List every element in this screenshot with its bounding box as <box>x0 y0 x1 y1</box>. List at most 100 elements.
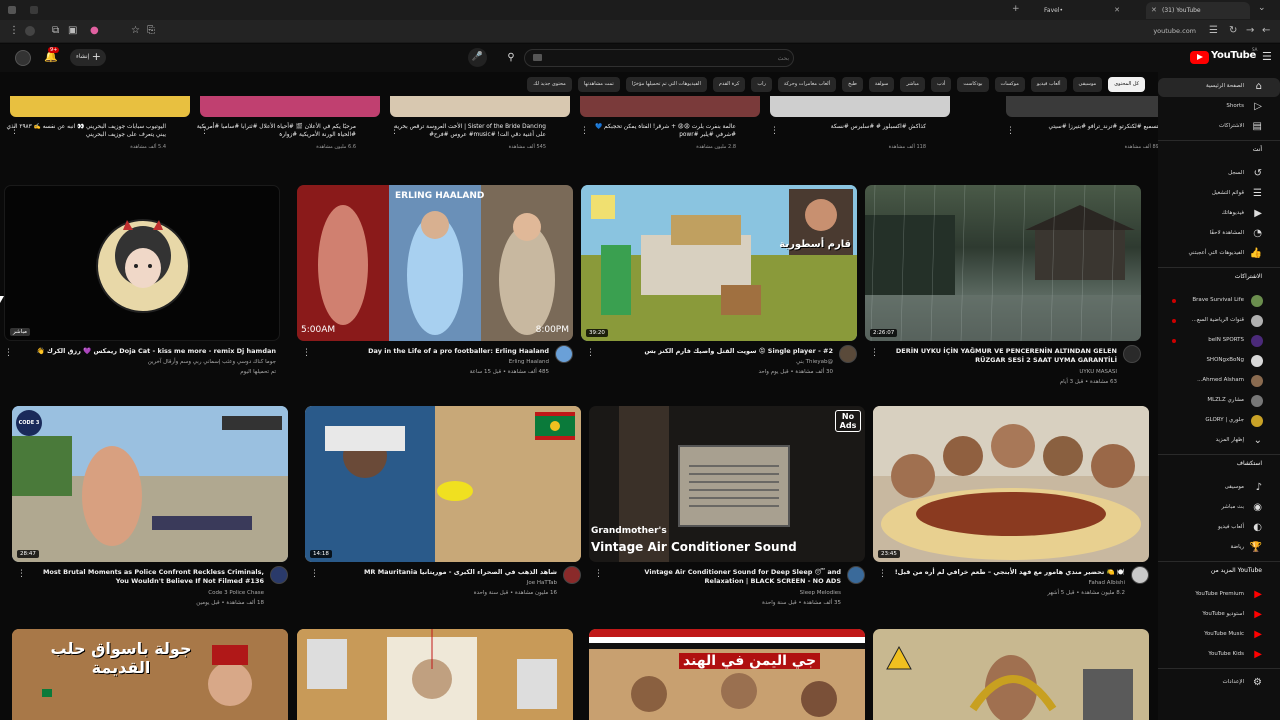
video-card[interactable]: Sister of the Bride Dancing | الأخت العر… <box>390 96 570 156</box>
close-tab-icon[interactable]: ✕ <box>1151 6 1157 14</box>
tune-icon[interactable]: ☰ <box>1209 25 1218 36</box>
keyboard-icon[interactable] <box>533 54 542 61</box>
video-thumbnail[interactable]: قارم أسطورية 39:20 <box>581 185 857 341</box>
channel-name[interactable]: Sleep Melodies <box>621 590 841 596</box>
sidebar-item[interactable]: ▶ YouTube Premium <box>1158 586 1280 605</box>
profile-icon[interactable] <box>25 26 35 36</box>
video-thumbnail[interactable]: جي اليمن في الهند <box>589 629 865 720</box>
sidebar-item[interactable]: ☰ قوائم التشغيل <box>1158 185 1280 204</box>
video-thumbnail[interactable] <box>200 96 380 117</box>
sidebar-item[interactable]: ↺ السجل <box>1158 165 1280 184</box>
extension-badge-icon[interactable]: ▣ <box>68 25 77 36</box>
create-button[interactable]: إنشاء + <box>70 49 106 66</box>
video-title[interactable]: Doja Cat - kiss me more - remix Dj hamda… <box>11 347 276 356</box>
video-title[interactable]: شاهد الذهب في الصحراء الكبرى - موريتانيا… <box>322 568 557 577</box>
show-more-button[interactable]: ⌄ إظهار المزيد <box>1158 432 1280 451</box>
search-box[interactable] <box>524 49 794 67</box>
window-menu-icon[interactable]: ⌄ <box>1258 3 1266 13</box>
channel-avatar[interactable] <box>1123 345 1141 363</box>
filter-chip[interactable]: راب <box>751 77 772 92</box>
video-thumbnail[interactable]: 23:45 <box>873 406 1149 562</box>
filter-chip[interactable]: تمت مشاهدتها <box>577 77 620 92</box>
sidebar-item[interactable]: ▶ فيديوهاتك <box>1158 205 1280 224</box>
filter-chip[interactable]: أدب <box>931 77 952 92</box>
video-thumbnail[interactable] <box>580 96 760 117</box>
notifications-button[interactable]: 🔔 9+ <box>44 47 60 63</box>
sidebar-item[interactable]: ▷ Shorts <box>1158 98 1280 117</box>
more-options-icon[interactable]: ⋮ <box>586 348 595 358</box>
video-card[interactable]: مرحبًا يكم في الأعلان 🎬 #أحياة الأعلال #… <box>197 96 380 156</box>
video-card[interactable]: اليوتيوب سبابات جوزيف البحريني 👀 انبه عن… <box>7 96 190 156</box>
channel-name[interactable]: @Thieyab بني <box>613 359 833 365</box>
channel-avatar[interactable] <box>563 566 581 584</box>
filter-chip[interactable]: كل المحتوى <box>1108 77 1145 92</box>
video-thumbnail[interactable]: جولة باسواق حلب القديمة <box>12 629 288 720</box>
channel-avatar[interactable] <box>839 345 857 363</box>
channel-avatar[interactable] <box>1131 566 1149 584</box>
sidebar-item[interactable]: ▤ الاشتراكات <box>1158 118 1280 137</box>
more-options-icon[interactable]: ⋮ <box>302 348 311 358</box>
settings-item[interactable]: ⚙ الإعدادات <box>1158 674 1280 693</box>
video-title[interactable]: كذاكش #اكسبلور # #سلبرس #نسكة <box>766 123 926 131</box>
share-icon[interactable]: ⎘ <box>147 25 155 36</box>
more-options-icon[interactable]: ⋮ <box>310 569 319 579</box>
more-options-icon[interactable]: ⋮ <box>580 126 589 136</box>
video-thumbnail[interactable] <box>873 629 1149 720</box>
filter-chip[interactable]: موسيقى <box>1072 77 1103 92</box>
sidebar-item[interactable]: ▶ استوديو YouTube <box>1158 606 1280 625</box>
tab-search-icon[interactable] <box>30 6 38 14</box>
sidebar-item[interactable]: ◐ ألعاب فيديو <box>1158 519 1280 538</box>
channel-name[interactable]: UYKU MASASI <box>897 369 1117 375</box>
video-title[interactable]: Most Brutal Moments as Police Confront R… <box>29 568 264 586</box>
video-title[interactable]: مرحبًا يكم في الأعلان 🎬 #أحياة الأعلال #… <box>196 123 356 139</box>
sidebar-item[interactable]: ▶ YouTube Kids <box>1158 646 1280 665</box>
channel-avatar[interactable] <box>270 566 288 584</box>
video-card[interactable] <box>297 629 573 720</box>
address-url[interactable]: youtube.com <box>1153 27 1196 35</box>
sidebar-item[interactable]: ♪ موسيقى <box>1158 479 1280 498</box>
menu-dots-icon[interactable]: ⋮ <box>9 25 19 36</box>
voice-search-button[interactable]: 🎤 <box>468 48 487 67</box>
channel-avatar[interactable] <box>847 566 865 584</box>
filter-chip[interactable]: موكسات <box>994 77 1025 92</box>
video-card[interactable] <box>873 629 1149 720</box>
more-options-icon[interactable]: ⋮ <box>770 126 779 136</box>
video-thumbnail[interactable]: 2:26:07 <box>865 185 1141 341</box>
video-thumbnail[interactable] <box>10 96 190 117</box>
channel-avatar[interactable] <box>555 345 573 363</box>
reload-icon[interactable]: ↻ <box>1229 25 1237 36</box>
more-options-icon[interactable]: ⋮ <box>870 348 879 358</box>
tab-youtube[interactable]: ✕ (31) YouTube <box>1146 2 1250 19</box>
video-thumbnail[interactable]: ERLING HAALAND 5:00AM 8:00PM <box>297 185 573 341</box>
filter-chip[interactable]: محتوى جديد لك <box>527 77 572 92</box>
account-avatar[interactable] <box>15 50 31 66</box>
video-title[interactable]: Day in the Life of a pro footballer: Erl… <box>314 347 549 356</box>
channel-name[interactable]: Fahad Albishi <box>905 580 1125 586</box>
more-options-icon[interactable]: ⋮ <box>1006 126 1015 136</box>
channel-name[interactable]: Erling Haaland <box>329 359 549 365</box>
sidebar-item[interactable]: beIN SPORTS <box>1158 332 1280 351</box>
video-thumbnail[interactable]: CODE 3 28:47 <box>12 406 288 562</box>
filter-chip[interactable]: الفيديوهات التي تم تحميلها مؤخرًا <box>625 77 707 92</box>
filter-chip[interactable]: كرة القدم <box>712 77 746 92</box>
channel-name[interactable]: Code 3 Police Chase <box>44 590 264 596</box>
browser-menu-icon[interactable] <box>8 6 16 14</box>
sidebar-item[interactable]: قنوات الرياضية السع... <box>1158 312 1280 331</box>
video-thumbnail[interactable]: Grandmother's Vintage Air Conditioner So… <box>589 406 865 562</box>
video-title[interactable]: Sister of the Bride Dancing | الأخت العر… <box>386 123 546 139</box>
sidebar-item[interactable]: ◉ بث مباشر <box>1158 499 1280 518</box>
video-thumbnail[interactable]: 14:18 <box>305 406 581 562</box>
video-title[interactable]: 🍽️ 🍋 تحضير مندي هامور مع فهد الأبنجي – ط… <box>890 568 1125 577</box>
channel-name[interactable]: Joe HaTTab <box>337 580 557 586</box>
video-title[interactable]: Single player - #2 😡 سويت القتل واصيك فا… <box>598 347 833 356</box>
more-options-icon[interactable]: ⋮ <box>17 569 26 579</box>
more-options-icon[interactable]: ⋮ <box>390 126 399 136</box>
sidebar-item[interactable]: ◔ المشاهدة لاحقًا <box>1158 225 1280 244</box>
video-title[interactable]: عالمة بنفرت بلرت 😡😡 + شرقر! الفتاة يمكن … <box>576 123 736 139</box>
video-card[interactable]: جي اليمن في الهند <box>589 629 865 720</box>
sidebar-item[interactable]: SHONgxBoNg <box>1158 352 1280 371</box>
video-card[interactable]: كذاكش #اكسبلور # #سلبرس #نسكة 118 ألف مشا… <box>770 96 950 156</box>
more-options-icon[interactable]: ⋮ <box>594 569 603 579</box>
sidebar-item[interactable]: 🏆 رياضة <box>1158 539 1280 558</box>
video-thumbnail[interactable] <box>390 96 570 117</box>
